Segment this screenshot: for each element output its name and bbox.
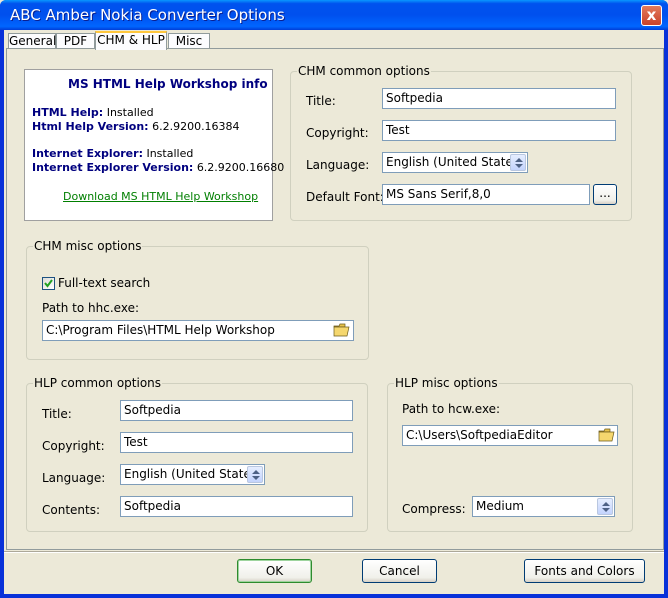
tab-page-chm-hlp: MS HTML Help Workshop info HTML Help: In… (6, 48, 664, 550)
updown-arrow-icon (602, 502, 610, 512)
hlp-contents-input[interactable]: Softpedia (120, 496, 353, 517)
ie-version-key: Internet Explorer Version: (32, 161, 194, 174)
fulltext-search-label[interactable]: Full-text search (58, 276, 150, 290)
ie-version: Internet Explorer Version: 6.2.9200.1668… (32, 161, 284, 174)
chm-misc-options-group: CHM misc options Full-text search Path t… (26, 239, 369, 360)
hhc-path-input[interactable]: C:\Program Files\HTML Help Workshop (42, 320, 354, 341)
fulltext-search-checkbox[interactable] (42, 277, 55, 290)
hlp-contents-label: Contents: (42, 503, 101, 517)
compress-label: Compress: (402, 502, 466, 516)
hlp-language-label: Language: (42, 471, 106, 485)
compress-value: Medium (476, 499, 524, 513)
cancel-button-label: Cancel (379, 564, 420, 578)
hlp-common-legend: HLP common options (33, 376, 163, 390)
close-icon: x (646, 6, 657, 24)
cancel-button[interactable]: Cancel (362, 559, 437, 583)
window-title: ABC Amber Nokia Converter Options (10, 6, 285, 24)
chm-title-label: Title: (306, 94, 336, 108)
title-bar[interactable]: ABC Amber Nokia Converter Options x (0, 0, 668, 30)
html-help-version-key: Html Help Version: (32, 120, 149, 133)
hcw-path-label: Path to hcw.exe: (402, 402, 501, 416)
ie-status: Internet Explorer: Installed (32, 147, 193, 160)
help-workshop-info-box: MS HTML Help Workshop info HTML Help: In… (24, 69, 284, 221)
hhc-browse-folder-icon[interactable] (333, 322, 351, 338)
hlp-misc-legend: HLP misc options (394, 376, 499, 390)
hlp-common-options-group: HLP common options Title: Softpedia Copy… (26, 376, 368, 532)
html-help-version: Html Help Version: 6.2.9200.16384 (32, 120, 240, 133)
chm-common-options-group: CHM common options Title: Softpedia Copy… (290, 64, 632, 221)
download-workshop-link[interactable]: Download MS HTML Help Workshop (63, 190, 258, 203)
ie-version-value: 6.2.9200.16680 (196, 161, 285, 174)
hcw-path-value: C:\Users\SoftpediaEditor (406, 428, 553, 442)
chm-language-label: Language: (306, 158, 370, 172)
checkmark-icon (44, 279, 53, 288)
fonts-and-colors-button[interactable]: Fonts and Colors (524, 559, 645, 583)
hlp-language-value: English (United States) (124, 467, 262, 481)
html-help-value: Installed (106, 106, 154, 119)
chm-language-dropdown-button[interactable] (510, 154, 526, 171)
hcw-browse-folder-icon[interactable] (598, 427, 616, 443)
hhc-path-value: C:\Program Files\HTML Help Workshop (46, 323, 275, 337)
footer-divider-highlight (4, 552, 664, 553)
chm-font-browse-button[interactable]: ... (593, 184, 617, 205)
hlp-copyright-input[interactable]: Test (120, 432, 353, 453)
info-title: MS HTML Help Workshop info (68, 77, 268, 91)
close-button[interactable]: x (641, 5, 662, 26)
chm-misc-legend: CHM misc options (33, 239, 143, 253)
ok-button-label: OK (265, 564, 284, 578)
chm-copyright-label: Copyright: (306, 126, 369, 140)
chm-title-input[interactable]: Softpedia (382, 88, 616, 109)
hlp-copyright-label: Copyright: (42, 439, 105, 453)
html-help-key: HTML Help: (32, 106, 104, 119)
chm-common-legend: CHM common options (297, 64, 431, 78)
hlp-language-select[interactable]: English (United States) (120, 464, 265, 485)
ie-key: Internet Explorer: (32, 147, 143, 160)
chm-language-select[interactable]: English (United States) (382, 152, 528, 173)
chm-font-input[interactable]: MS Sans Serif,8,0 (382, 184, 590, 205)
fonts-and-colors-label: Fonts and Colors (534, 564, 635, 578)
compress-dropdown-button[interactable] (597, 498, 613, 515)
html-help-status: HTML Help: Installed (32, 106, 154, 119)
chm-copyright-input[interactable]: Test (382, 120, 616, 141)
chm-language-value: English (United States) (386, 155, 524, 169)
hcw-path-input[interactable]: C:\Users\SoftpediaEditor (402, 425, 618, 446)
hhc-path-label: Path to hhc.exe: (42, 301, 139, 315)
updown-arrow-icon (515, 158, 523, 168)
updown-arrow-icon (252, 470, 260, 480)
client-area: General PDF CHM & HLP Misc MS HTML Help … (4, 30, 664, 594)
compress-select[interactable]: Medium (472, 496, 615, 517)
hlp-title-label: Title: (42, 407, 72, 421)
hlp-language-dropdown-button[interactable] (247, 466, 263, 483)
chm-font-label: Default Font: (306, 190, 384, 204)
html-help-version-value: 6.2.9200.16384 (152, 120, 240, 133)
hlp-misc-options-group: HLP misc options Path to hcw.exe: C:\Use… (387, 376, 633, 532)
tab-chm-hlp[interactable]: CHM & HLP (95, 31, 167, 50)
ie-value: Installed (146, 147, 194, 160)
ok-button[interactable]: OK (237, 559, 312, 583)
options-window: ABC Amber Nokia Converter Options x Gene… (0, 0, 668, 598)
hlp-title-input[interactable]: Softpedia (120, 400, 353, 421)
